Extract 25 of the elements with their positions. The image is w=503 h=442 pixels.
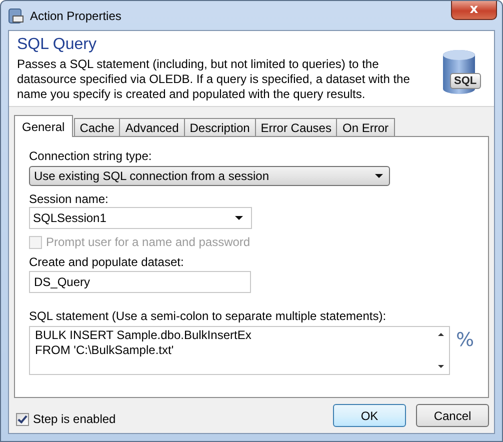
dialog-button[interactable]: Cancel (416, 404, 489, 427)
tab[interactable]: Cache (74, 118, 120, 137)
close-button[interactable]: x (451, 1, 497, 20)
sql-text-area[interactable]: BULK INSERT Sample.dbo.BulkInsertEx FROM 'C:\BulkSample.txt' (29, 326, 450, 375)
dialog-button[interactable]: OK (333, 404, 406, 427)
field-label: SQL statement (Use a semi-colon to separate multiple statements): (29, 309, 388, 324)
field-label: Connection string type: (29, 149, 153, 164)
tab[interactable]: General (14, 115, 73, 137)
sql-badge: SQL (450, 73, 481, 89)
tab[interactable]: Description (184, 118, 256, 137)
dataset-field[interactable]: DS_Query (29, 271, 251, 293)
checkbox-label: Step is enabled (33, 412, 116, 426)
tab[interactable]: On Error (336, 118, 394, 137)
tab[interactable]: Advanced (119, 118, 185, 137)
field-label: Create and populate dataset: (29, 255, 185, 270)
action-title: SQL Query (17, 35, 98, 55)
field-label: Session name: (29, 192, 110, 207)
window-title: Action Properties (30, 8, 122, 22)
session-name-combo[interactable]: SQLSession1 (29, 207, 252, 229)
connection-type-dropdown[interactable]: Use existing SQL connection from a session (29, 166, 390, 186)
action-description: Passes a SQL statement (including, but not limited to queries) to the datasource specified via OLEDB. If a query is specified, a dataset with the name you specify is created and populated with the query results. (17, 57, 411, 102)
checkbox[interactable] (16, 412, 29, 426)
checkbox-label: Prompt user for a name and password (46, 235, 250, 249)
tab[interactable]: Error Causes (254, 118, 338, 137)
variables-button[interactable]: % (456, 329, 474, 351)
